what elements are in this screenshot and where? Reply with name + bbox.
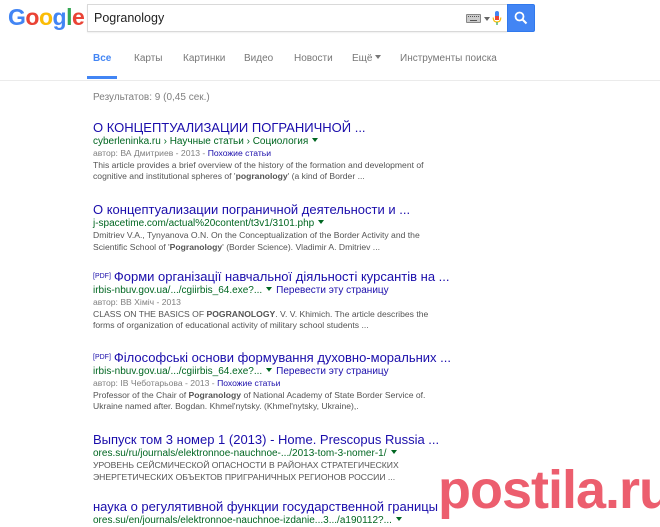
snippet-highlight: POGRANOLOGY bbox=[206, 308, 276, 319]
result-snippet: CLASS ON THE BASICS OF POGRANOLOGY. V. V… bbox=[93, 309, 433, 332]
snippet-highlight: Pogranology bbox=[188, 389, 242, 400]
result-snippet: Dmitriev V.A., Tynyanova O.N. On the Con… bbox=[93, 230, 433, 253]
url-dropdown-icon[interactable] bbox=[266, 287, 273, 292]
result-snippet: УРОВЕНЬ СЕЙСМИЧЕСКОЙ ОПАСНОСТИ В РАЙОНАХ… bbox=[93, 460, 433, 483]
search-icon bbox=[514, 11, 528, 25]
url-dropdown-icon[interactable] bbox=[395, 517, 402, 522]
pdf-badge: [PDF] bbox=[93, 273, 111, 280]
search-result: [PDF] Філософські основи формування духов… bbox=[93, 350, 493, 413]
result-url-line: ores.su/en/journals/elektronnoe-nauchnoe… bbox=[93, 515, 493, 527]
url-dropdown-icon[interactable] bbox=[390, 450, 397, 455]
header: Google bbox=[0, 0, 660, 40]
result-url-line: ores.su/ru/journals/elektronnoe-nauchnoe… bbox=[93, 448, 493, 460]
snippet-text: УРОВЕНЬ СЕЙСМИЧЕСКОЙ ОПАСНОСТИ В РАЙОНАХ… bbox=[93, 460, 399, 482]
result-title[interactable]: О концептуализации пограничной деятельно… bbox=[93, 202, 493, 218]
tab-videos[interactable]: Видео bbox=[244, 53, 273, 64]
result-title[interactable]: О КОНЦЕПТУАЛИЗАЦИИ ПОГРАНИЧНОЙ ... bbox=[93, 120, 493, 136]
result-author: автор: ВА Дмитриев - 2013 - bbox=[93, 148, 208, 158]
snippet-text: Professor of the Chair of bbox=[93, 389, 189, 400]
search-button[interactable] bbox=[507, 4, 535, 32]
translate-page-link[interactable]: Перевести эту страницу bbox=[276, 366, 388, 377]
google-logo[interactable]: Google bbox=[8, 3, 85, 31]
search-result: О концептуализации пограничной деятельно… bbox=[93, 202, 493, 253]
tab-images[interactable]: Картинки bbox=[183, 53, 225, 64]
result-url[interactable]: irbis-nbuv.gov.ua/.../cgiirbis_64.exe?..… bbox=[93, 366, 262, 377]
similar-articles-link[interactable]: Похожие статьи bbox=[217, 378, 280, 388]
translate-page-link[interactable]: Перевести эту страницу bbox=[276, 285, 388, 296]
tab-news[interactable]: Новости bbox=[294, 53, 333, 64]
result-url[interactable]: cyberleninka.ru › Научные статьи › Социо… bbox=[93, 136, 308, 147]
result-meta: автор: ВВ Хіміч - 2013 bbox=[93, 297, 493, 309]
postila-watermark: postila.ru bbox=[438, 455, 660, 525]
result-url-line: irbis-nbuv.gov.ua/.../cgiirbis_64.exe?..… bbox=[93, 366, 493, 378]
similar-articles-link[interactable]: Похожие статьи bbox=[208, 148, 271, 158]
result-url[interactable]: ores.su/ru/journals/elektronnoe-nauchnoe… bbox=[93, 448, 387, 459]
result-stats: Результатов: 9 (0,45 сек.) bbox=[93, 92, 210, 103]
result-url-line: j-spacetime.com/actual%20content/t3v1/31… bbox=[93, 218, 493, 230]
search-input[interactable] bbox=[94, 9, 454, 27]
pdf-badge: [PDF] bbox=[93, 354, 111, 361]
result-url-line: irbis-nbuv.gov.ua/.../cgiirbis_64.exe?..… bbox=[93, 285, 493, 297]
snippet-highlight: Pogranology bbox=[169, 241, 223, 252]
watermark-text: postila.ru bbox=[438, 460, 660, 520]
result-url[interactable]: irbis-nbuv.gov.ua/.../cgiirbis_64.exe?..… bbox=[93, 285, 262, 296]
tab-more-label: Ещё bbox=[352, 53, 373, 64]
result-title-text: Форми організації навчальної діяльності … bbox=[113, 269, 450, 284]
search-box bbox=[87, 4, 507, 32]
microphone-icon[interactable] bbox=[492, 11, 502, 27]
snippet-text: ' (Border Science). Vladimir A. Dmitriev… bbox=[222, 241, 380, 252]
search-result: [PDF] Форми організації навчальної діяльн… bbox=[93, 269, 493, 332]
snippet-highlight: pogranology bbox=[235, 171, 288, 181]
result-meta: автор: ІВ Чеботарьова - 2013 - Похожие с… bbox=[93, 378, 493, 390]
tab-all[interactable]: Все bbox=[93, 53, 111, 64]
snippet-text: ' (a kind of Border ... bbox=[287, 171, 365, 181]
result-url[interactable]: ores.su/en/journals/elektronnoe-nauchnoe… bbox=[93, 515, 392, 526]
tab-search-tools[interactable]: Инструменты поиска bbox=[400, 53, 497, 64]
result-title[interactable]: [PDF] Філософські основи формування духов… bbox=[93, 350, 493, 366]
search-result: Выпуск том 3 номер 1 (2013) - Home. Pres… bbox=[93, 432, 493, 483]
url-dropdown-icon[interactable] bbox=[312, 138, 319, 143]
result-snippet: Professor of the Chair of Pogranology of… bbox=[93, 390, 433, 413]
result-title[interactable]: Выпуск том 3 номер 1 (2013) - Home. Pres… bbox=[93, 432, 493, 448]
keyboard-icon[interactable] bbox=[466, 14, 481, 23]
tab-maps[interactable]: Карты bbox=[134, 53, 163, 64]
search-result: О КОНЦЕПТУАЛИЗАЦИИ ПОГРАНИЧНОЙ ... cyber… bbox=[93, 120, 493, 183]
result-title[interactable]: наука о регулятивной функции государстве… bbox=[93, 499, 493, 515]
active-tab-indicator bbox=[87, 76, 117, 79]
search-tabs: Все Карты Картинки Видео Новости Ещё Инс… bbox=[0, 40, 660, 81]
result-url-line: cyberleninka.ru › Научные статьи › Социо… bbox=[93, 136, 493, 148]
result-url[interactable]: j-spacetime.com/actual%20content/t3v1/31… bbox=[93, 218, 314, 229]
result-title-text: Філософські основи формування духовно-мо… bbox=[113, 350, 452, 365]
tab-more[interactable]: Ещё bbox=[352, 53, 382, 64]
url-dropdown-icon[interactable] bbox=[266, 368, 273, 373]
result-author: автор: ВВ Хіміч - 2013 bbox=[93, 297, 181, 307]
keyboard-dropdown-icon[interactable] bbox=[484, 17, 490, 21]
result-meta: автор: ВА Дмитриев - 2013 - Похожие стат… bbox=[93, 148, 493, 160]
result-author: автор: ІВ Чеботарьова - 2013 - bbox=[93, 378, 218, 388]
snippet-text: CLASS ON THE BASICS OF bbox=[93, 308, 207, 319]
search-result: наука о регулятивной функции государстве… bbox=[93, 499, 493, 527]
result-title[interactable]: [PDF] Форми організації навчальної діяльн… bbox=[93, 269, 493, 285]
url-dropdown-icon[interactable] bbox=[318, 220, 325, 225]
result-snippet: This article provides a brief overview o… bbox=[93, 160, 433, 183]
chevron-down-icon bbox=[375, 55, 382, 60]
